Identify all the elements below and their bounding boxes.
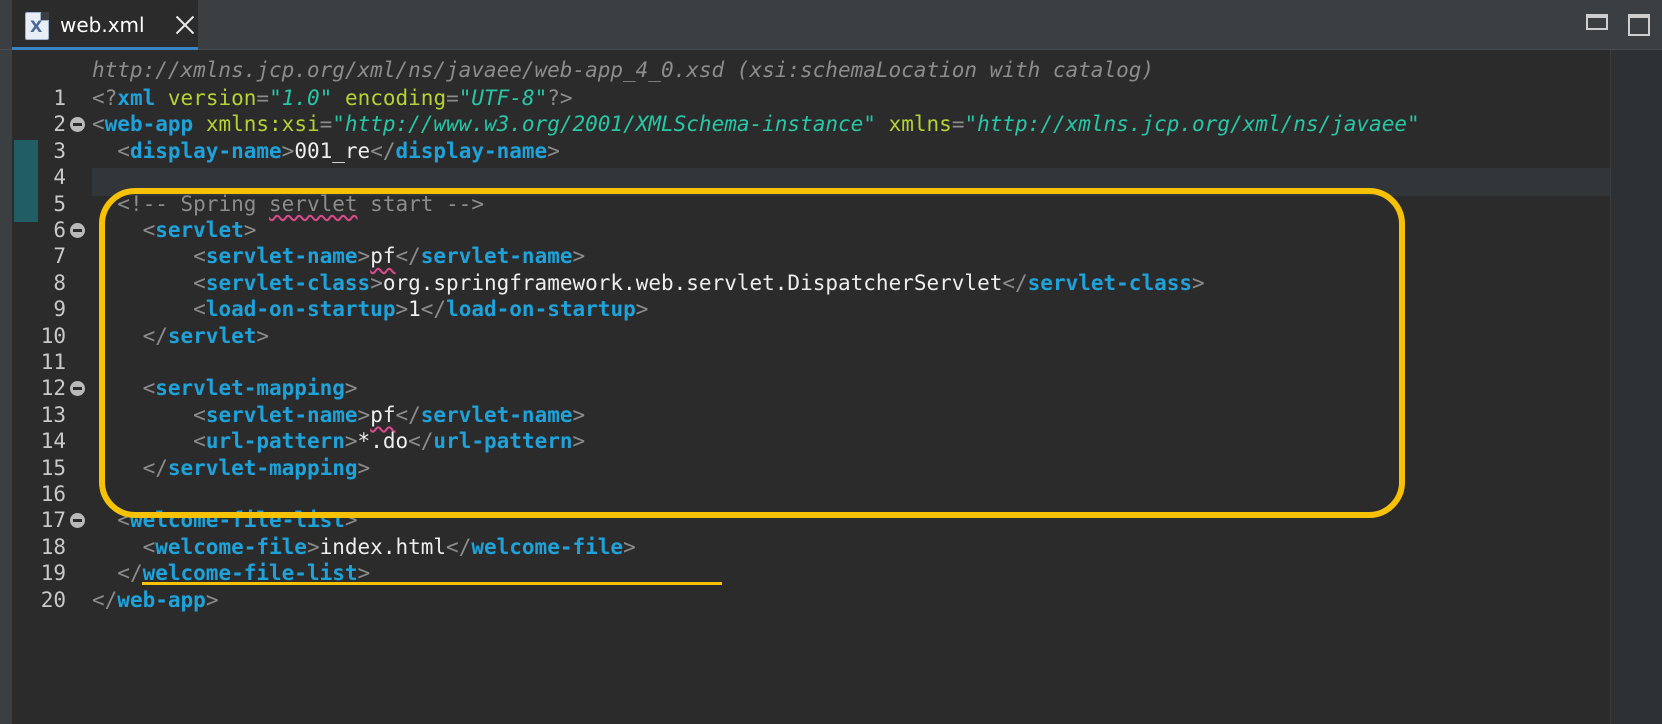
code-token: "http://www.w3.org/2001/XMLSchema-instan… <box>332 112 876 137</box>
code-token: "1.0" <box>269 86 333 110</box>
code-token: = <box>446 86 459 110</box>
schema-location-hint: http://xmlns.jcp.org/xml/ns/javaee/web-a… <box>92 58 1155 82</box>
line-number: 11 <box>40 350 66 374</box>
line-number: 16 <box>40 482 66 506</box>
line-number: 15 <box>40 455 66 480</box>
code-token: xmlns:xsi <box>205 112 320 137</box>
line-number: 8 <box>53 270 66 295</box>
code-token: ?> <box>547 86 573 110</box>
code-token: </ <box>370 138 396 163</box>
line-number: 14 <box>40 429 66 454</box>
code-token: < <box>92 112 105 137</box>
code-token: </ <box>446 534 472 559</box>
line-number: 7 <box>53 244 66 269</box>
code-token: "UTF-8" <box>458 86 548 110</box>
code-line[interactable]: <welcome-file>index.html</welcome-file> <box>92 533 636 561</box>
line-number: 17 <box>40 508 66 533</box>
maximize-icon[interactable] <box>1628 14 1650 36</box>
line-number: 3 <box>53 138 66 163</box>
code-token: web-app <box>104 112 194 137</box>
code-token: </ <box>92 587 118 612</box>
line-number: 10 <box>40 323 66 348</box>
line-number: 19 <box>40 561 66 586</box>
code-token: xmlns <box>888 112 952 137</box>
tab-title: web.xml <box>60 13 145 37</box>
code-token: welcome-file <box>155 534 307 559</box>
code-token: </ <box>117 561 143 586</box>
code-line[interactable]: <display-name>001_re</display-name> <box>92 137 560 165</box>
welcome-file-underline <box>142 582 722 585</box>
xml-file-icon-letter: X <box>30 17 43 36</box>
line-number: 5 <box>53 191 66 216</box>
code-token: encoding <box>344 86 447 110</box>
line-number: 6 <box>53 218 66 242</box>
code-token: > <box>306 534 320 559</box>
code-token: > <box>623 534 636 559</box>
code-token: version <box>167 86 257 110</box>
code-token: display-name <box>129 138 282 163</box>
line-number: 2 <box>53 112 66 137</box>
code-token: = <box>256 86 270 110</box>
code-token: 001_re <box>294 138 371 163</box>
line-number: 1 <box>53 86 66 110</box>
code-token: xml <box>117 86 156 110</box>
code-token: <? <box>92 86 118 110</box>
tab-web-xml[interactable]: X web.xml <box>12 0 198 50</box>
servlet-highlight-box <box>99 188 1405 518</box>
code-line[interactable]: <web-app xmlns:xsi="http://www.w3.org/20… <box>92 110 1420 138</box>
xml-file-icon: X <box>25 12 49 40</box>
code-token: > <box>547 138 560 163</box>
code-token: < <box>117 138 130 163</box>
code-token: web-app <box>117 587 206 612</box>
line-number: 13 <box>40 402 66 427</box>
code-line[interactable]: <?xml version="1.0" encoding="UTF-8"?> <box>92 84 573 112</box>
close-icon[interactable] <box>173 13 197 37</box>
line-number: 18 <box>40 534 66 559</box>
line-number: 12 <box>40 376 66 401</box>
editor-left-edge <box>0 50 12 724</box>
code-token: = <box>319 112 333 137</box>
code-line[interactable]: </web-app> <box>92 586 218 614</box>
vertical-scrollbar[interactable] <box>1610 50 1662 724</box>
code-token: index.html <box>319 534 447 559</box>
code-token: display-name <box>395 138 548 163</box>
minimize-icon[interactable] <box>1586 14 1608 30</box>
editor-tab-bar: X web.xml <box>0 0 1662 50</box>
code-token: = <box>951 112 965 137</box>
line-number: 20 <box>40 587 66 612</box>
code-token: "http://xmlns.jcp.org/xml/ns/javaee" <box>964 112 1420 137</box>
code-token: < <box>142 534 156 559</box>
code-token: > <box>281 138 295 163</box>
line-number: 4 <box>53 165 66 190</box>
line-number: 9 <box>53 297 66 322</box>
code-token: welcome-file <box>471 534 624 559</box>
code-token: > <box>205 587 219 612</box>
fold-toggle-icon[interactable] <box>70 223 85 238</box>
